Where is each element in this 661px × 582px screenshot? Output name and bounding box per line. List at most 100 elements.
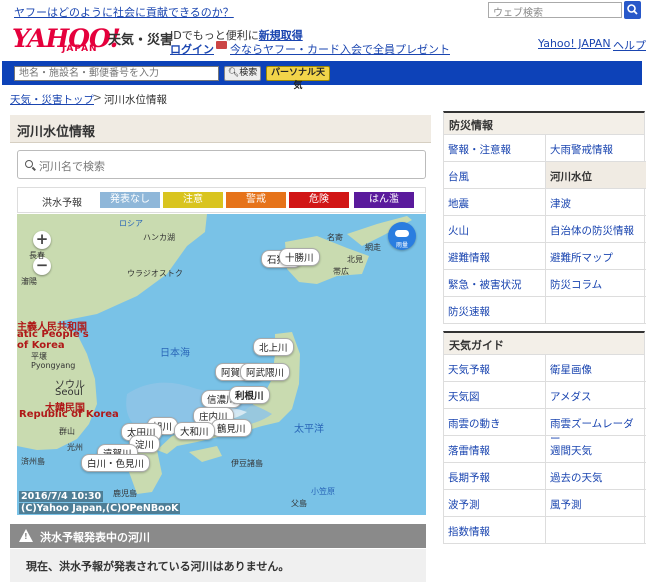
sidebar-weather-header: 天気ガイド bbox=[443, 331, 645, 355]
web-search-button[interactable] bbox=[624, 1, 641, 19]
map-label: Pyongyang bbox=[31, 361, 76, 370]
card-promo-link[interactable]: 今ならヤフー・カード入会で全員プレゼント bbox=[230, 41, 450, 57]
help-link[interactable]: ヘルプ bbox=[613, 37, 646, 53]
sidebar-disaster-item[interactable]: 火山 bbox=[444, 216, 545, 243]
sidebar-weather-item[interactable]: 天気図 bbox=[444, 382, 545, 409]
sidebar-weather-grid: 天気予報 衛星画像 天気図 アメダス 雨雲の動き 雨雲ズームレーダー 落雷情報 週間天気 長期予… bbox=[443, 355, 646, 544]
map-label: Republic of Korea bbox=[19, 409, 119, 420]
sidebar-weather-item[interactable]: 長期予報 bbox=[444, 463, 545, 490]
flood-forecast-legend: 洪水予報 発表なし 注意 警戒 危険 はん濫 bbox=[17, 187, 426, 213]
rain-layer-button[interactable]: 雨量 bbox=[388, 222, 416, 250]
place-search-button[interactable]: 🔍︎検索 bbox=[224, 66, 261, 81]
sidebar-weather-item[interactable]: 雨雲の動き bbox=[444, 409, 545, 436]
sidebar-disaster-item[interactable]: 緊急・被害状況 bbox=[444, 270, 545, 297]
map-timestamp: 2016/7/4 10:30 bbox=[19, 491, 104, 502]
map-label: 瀋陽 bbox=[21, 277, 37, 286]
sidebar-weather-item[interactable]: 天気予報 bbox=[444, 355, 545, 382]
search-icon: 🔍︎ bbox=[227, 68, 240, 78]
sidebar-disaster-item[interactable]: 防災速報 bbox=[444, 297, 545, 324]
search-icon bbox=[25, 160, 33, 168]
map-label: ハンカ湖 bbox=[143, 233, 175, 242]
personal-weather-button[interactable]: パーソナル天気 bbox=[266, 66, 330, 91]
legend-none: 発表なし bbox=[100, 192, 160, 208]
map-label: 済州島 bbox=[21, 457, 45, 466]
place-search-button-label: 検索 bbox=[239, 68, 258, 78]
map-label: 名寄 bbox=[327, 233, 343, 242]
map-label: 太平洋 bbox=[294, 424, 324, 435]
legend-warning: 警戒 bbox=[226, 192, 286, 208]
sidebar-weather-item[interactable]: 衛星画像 bbox=[545, 355, 646, 382]
map-label: atic People's bbox=[17, 329, 89, 340]
sidebar-disaster-item[interactable]: 台風 bbox=[444, 162, 545, 189]
sidebar-weather-item[interactable]: 落雷情報 bbox=[444, 436, 545, 463]
card-icon bbox=[216, 41, 227, 49]
sidebar-weather-item[interactable]: 波予測 bbox=[444, 490, 545, 517]
promo-link[interactable]: ヤフーはどのように社会に貢献できるのか？ bbox=[14, 4, 234, 20]
sidebar-disaster-item[interactable]: 地震 bbox=[444, 189, 545, 216]
sidebar-weather-item[interactable]: 過去の天気 bbox=[545, 463, 646, 490]
map-label: 帯広 bbox=[333, 267, 349, 276]
map-label: 小笠原 bbox=[311, 487, 335, 496]
river-marker-tsurumi[interactable]: 鶴見川 bbox=[211, 419, 252, 437]
search-icon bbox=[627, 4, 638, 15]
river-marker-yamato[interactable]: 大和川 bbox=[174, 422, 215, 440]
river-search-input[interactable]: 河川名で検索 bbox=[17, 150, 426, 179]
warning-icon bbox=[19, 529, 33, 542]
cloud-icon bbox=[395, 230, 409, 237]
sidebar-weather-item[interactable]: 週間天気 bbox=[545, 436, 646, 463]
login-link[interactable]: ログイン bbox=[170, 41, 214, 57]
map-label: 北見 bbox=[347, 255, 363, 264]
flood-warning-body: 現在、洪水予報が発表されている河川はありません。 bbox=[10, 549, 426, 582]
river-marker-abukuma[interactable]: 阿武隈川 bbox=[240, 363, 291, 381]
web-search-input[interactable]: ウェブ検索 bbox=[488, 2, 622, 19]
sidebar-disaster-item[interactable]: 警報・注意報 bbox=[444, 135, 545, 162]
sidebar-disaster-item[interactable]: 防災コラム bbox=[545, 270, 646, 297]
page-title-bar: 河川水位情報 bbox=[10, 115, 431, 143]
legend-title: 洪水予報 bbox=[42, 198, 82, 209]
sidebar-weather-title: 天気ガイド bbox=[449, 339, 504, 352]
sidebar-weather-item[interactable]: 雨雲ズームレーダー bbox=[545, 409, 646, 445]
sidebar-disaster-item[interactable]: 津波 bbox=[545, 189, 646, 216]
legend-danger: 危険 bbox=[289, 192, 349, 208]
legend-flood: はん濫 bbox=[354, 192, 414, 208]
sidebar-weather-item[interactable]: 指数情報 bbox=[444, 517, 545, 544]
breadcrumb-current: 河川水位情報 bbox=[104, 94, 167, 106]
map-label: 伊豆諸島 bbox=[231, 459, 263, 468]
sidebar-disaster-title: 防災情報 bbox=[449, 119, 493, 132]
river-marker-tokachi[interactable]: 十勝川 bbox=[279, 248, 320, 266]
flood-warning-header: 洪水予報発表中の河川 bbox=[10, 524, 426, 548]
sidebar-weather-item bbox=[545, 517, 646, 544]
map-label: of Korea bbox=[17, 340, 65, 351]
map-label: 日本海 bbox=[160, 348, 190, 359]
river-search-placeholder: 河川名で検索 bbox=[39, 160, 105, 173]
sidebar-disaster-item[interactable]: 大雨警戒情報 bbox=[545, 135, 646, 162]
sidebar-disaster-item[interactable]: 避難所マップ bbox=[545, 243, 646, 270]
map-label: 網走 bbox=[365, 243, 381, 252]
breadcrumb-home[interactable]: 天気・災害トップ bbox=[10, 92, 94, 107]
sidebar-disaster-item[interactable]: 自治体の防災情報 bbox=[545, 216, 646, 243]
river-marker-kitakami[interactable]: 北上川 bbox=[253, 338, 294, 356]
yahoo-japan-link[interactable]: Yahoo! JAPAN bbox=[538, 37, 611, 50]
flood-warning-message: 現在、洪水予報が発表されている河川はありません。 bbox=[26, 560, 290, 573]
sidebar-weather-item[interactable]: アメダス bbox=[545, 382, 646, 409]
sidebar-disaster-item bbox=[545, 297, 646, 324]
sidebar-weather-item[interactable]: 風予測 bbox=[545, 490, 646, 517]
service-name[interactable]: 天気・災害 bbox=[108, 29, 173, 48]
map-label: 父島 bbox=[291, 499, 307, 508]
sidebar-disaster-item[interactable]: 河川水位 bbox=[545, 162, 646, 189]
page-title: 河川水位情報 bbox=[17, 125, 96, 140]
map-label: ロシア bbox=[119, 219, 143, 228]
river-marker-tone[interactable]: 利根川 bbox=[229, 386, 270, 404]
zoom-in-button[interactable]: + bbox=[33, 231, 51, 249]
sidebar-disaster-header: 防災情報 bbox=[443, 111, 645, 135]
river-marker-shirakawa[interactable]: 白川・色見川 bbox=[81, 454, 151, 472]
map-copyright: (C)Yahoo Japan,(C)OPeNBooK bbox=[19, 503, 181, 514]
map-label: 群山 bbox=[59, 427, 75, 436]
sidebar-disaster-item[interactable]: 避難情報 bbox=[444, 243, 545, 270]
place-search-input[interactable]: 地名・施設名・郵便番号を入力 bbox=[14, 66, 219, 81]
river-map[interactable]: + − 雨量 ロシア ハンカ湖 ウラジオストク 長春 瀋陽 主義人民共和国 at… bbox=[17, 214, 426, 515]
map-label: 光州 bbox=[67, 443, 83, 452]
rain-layer-label: 雨量 bbox=[396, 242, 409, 249]
yahoo-logo-sub: JAPAN bbox=[62, 44, 98, 54]
legend-caution: 注意 bbox=[163, 192, 223, 208]
